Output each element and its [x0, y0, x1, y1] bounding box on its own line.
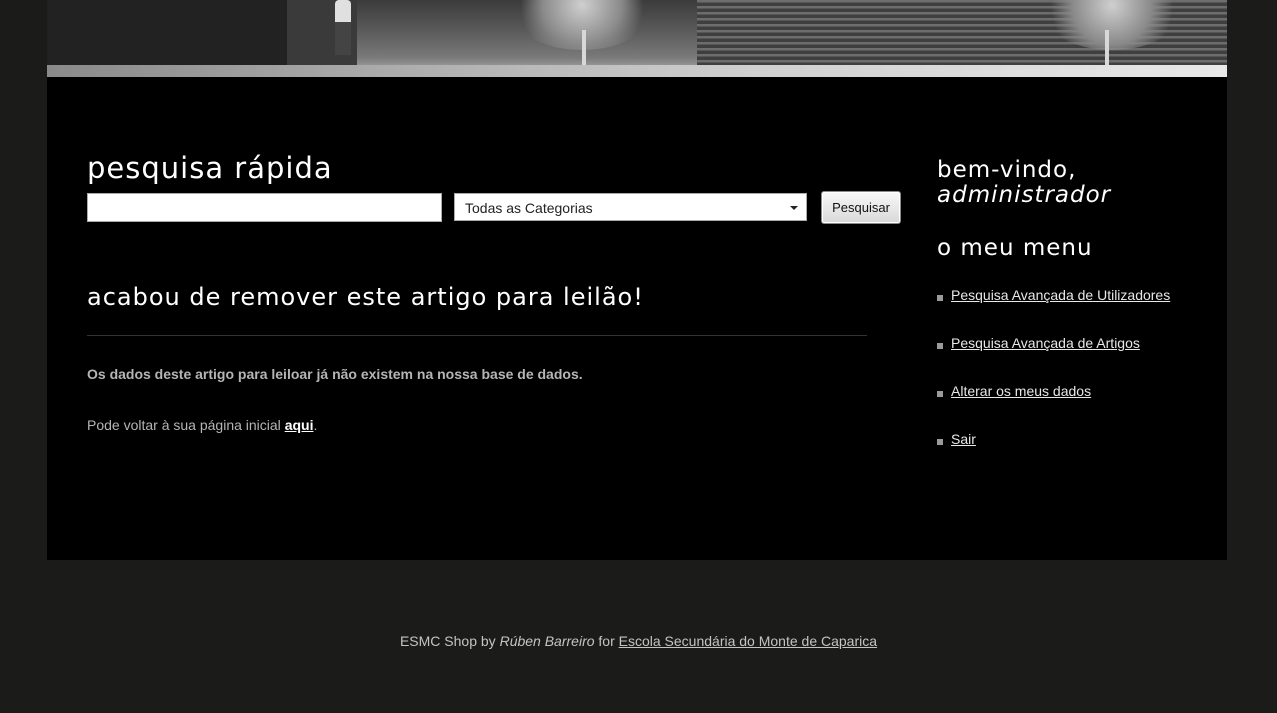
- footer-for: for: [594, 633, 619, 649]
- menu-item-user-search: Pesquisa Avançada de Utilizadores: [937, 287, 1170, 335]
- message-text: Os dados deste artigo para leiloar já nã…: [87, 366, 583, 382]
- welcome-text: bem-vindo,: [937, 157, 1077, 183]
- chevron-down-icon: [790, 206, 798, 210]
- header-banner-image: [47, 0, 1227, 77]
- menu-item-edit-profile: Alterar os meus dados: [937, 383, 1170, 431]
- welcome-heading: bem-vindo, administrador: [937, 158, 1111, 208]
- quick-search-title: pesquisa rápida: [87, 151, 333, 185]
- main-content: pesquisa rápida Todas as Categorias Pesq…: [47, 77, 1227, 560]
- category-select-value: Todas as Categorias: [465, 200, 593, 216]
- menu-link-item-search[interactable]: Pesquisa Avançada de Artigos: [951, 335, 1140, 351]
- footer-school-link[interactable]: Escola Secundária do Monte de Caparica: [619, 633, 877, 649]
- menu-item-logout: Sair: [937, 431, 1170, 479]
- footer-shop: ESMC Shop by: [399, 633, 500, 649]
- message-title: acabou de remover este artigo para leilã…: [87, 283, 644, 311]
- menu-item-item-search: Pesquisa Avançada de Artigos: [937, 335, 1170, 383]
- divider: [87, 335, 867, 336]
- menu-title: o meu menu: [937, 235, 1093, 261]
- footer: ESMC Shop by Rúben Barreiro for Escola S…: [0, 633, 1277, 649]
- footer-author: Rúben Barreiro: [499, 633, 595, 649]
- back-home-end: .: [313, 417, 318, 433]
- back-home-text: Pode voltar à sua página inicial aqui.: [87, 417, 317, 433]
- search-button[interactable]: Pesquisar: [821, 191, 901, 224]
- back-home-label: Pode voltar à sua página inicial: [87, 417, 285, 433]
- menu-link-edit-profile[interactable]: Alterar os meus dados: [951, 383, 1091, 399]
- category-select[interactable]: Todas as Categorias: [454, 193, 807, 221]
- menu-link-user-search[interactable]: Pesquisa Avançada de Utilizadores: [951, 287, 1170, 303]
- menu-link-logout[interactable]: Sair: [951, 431, 976, 447]
- username: administrador: [937, 182, 1112, 208]
- search-input[interactable]: [87, 193, 442, 222]
- back-home-link[interactable]: aqui: [285, 417, 314, 433]
- user-menu: Pesquisa Avançada de Utilizadores Pesqui…: [937, 287, 1170, 479]
